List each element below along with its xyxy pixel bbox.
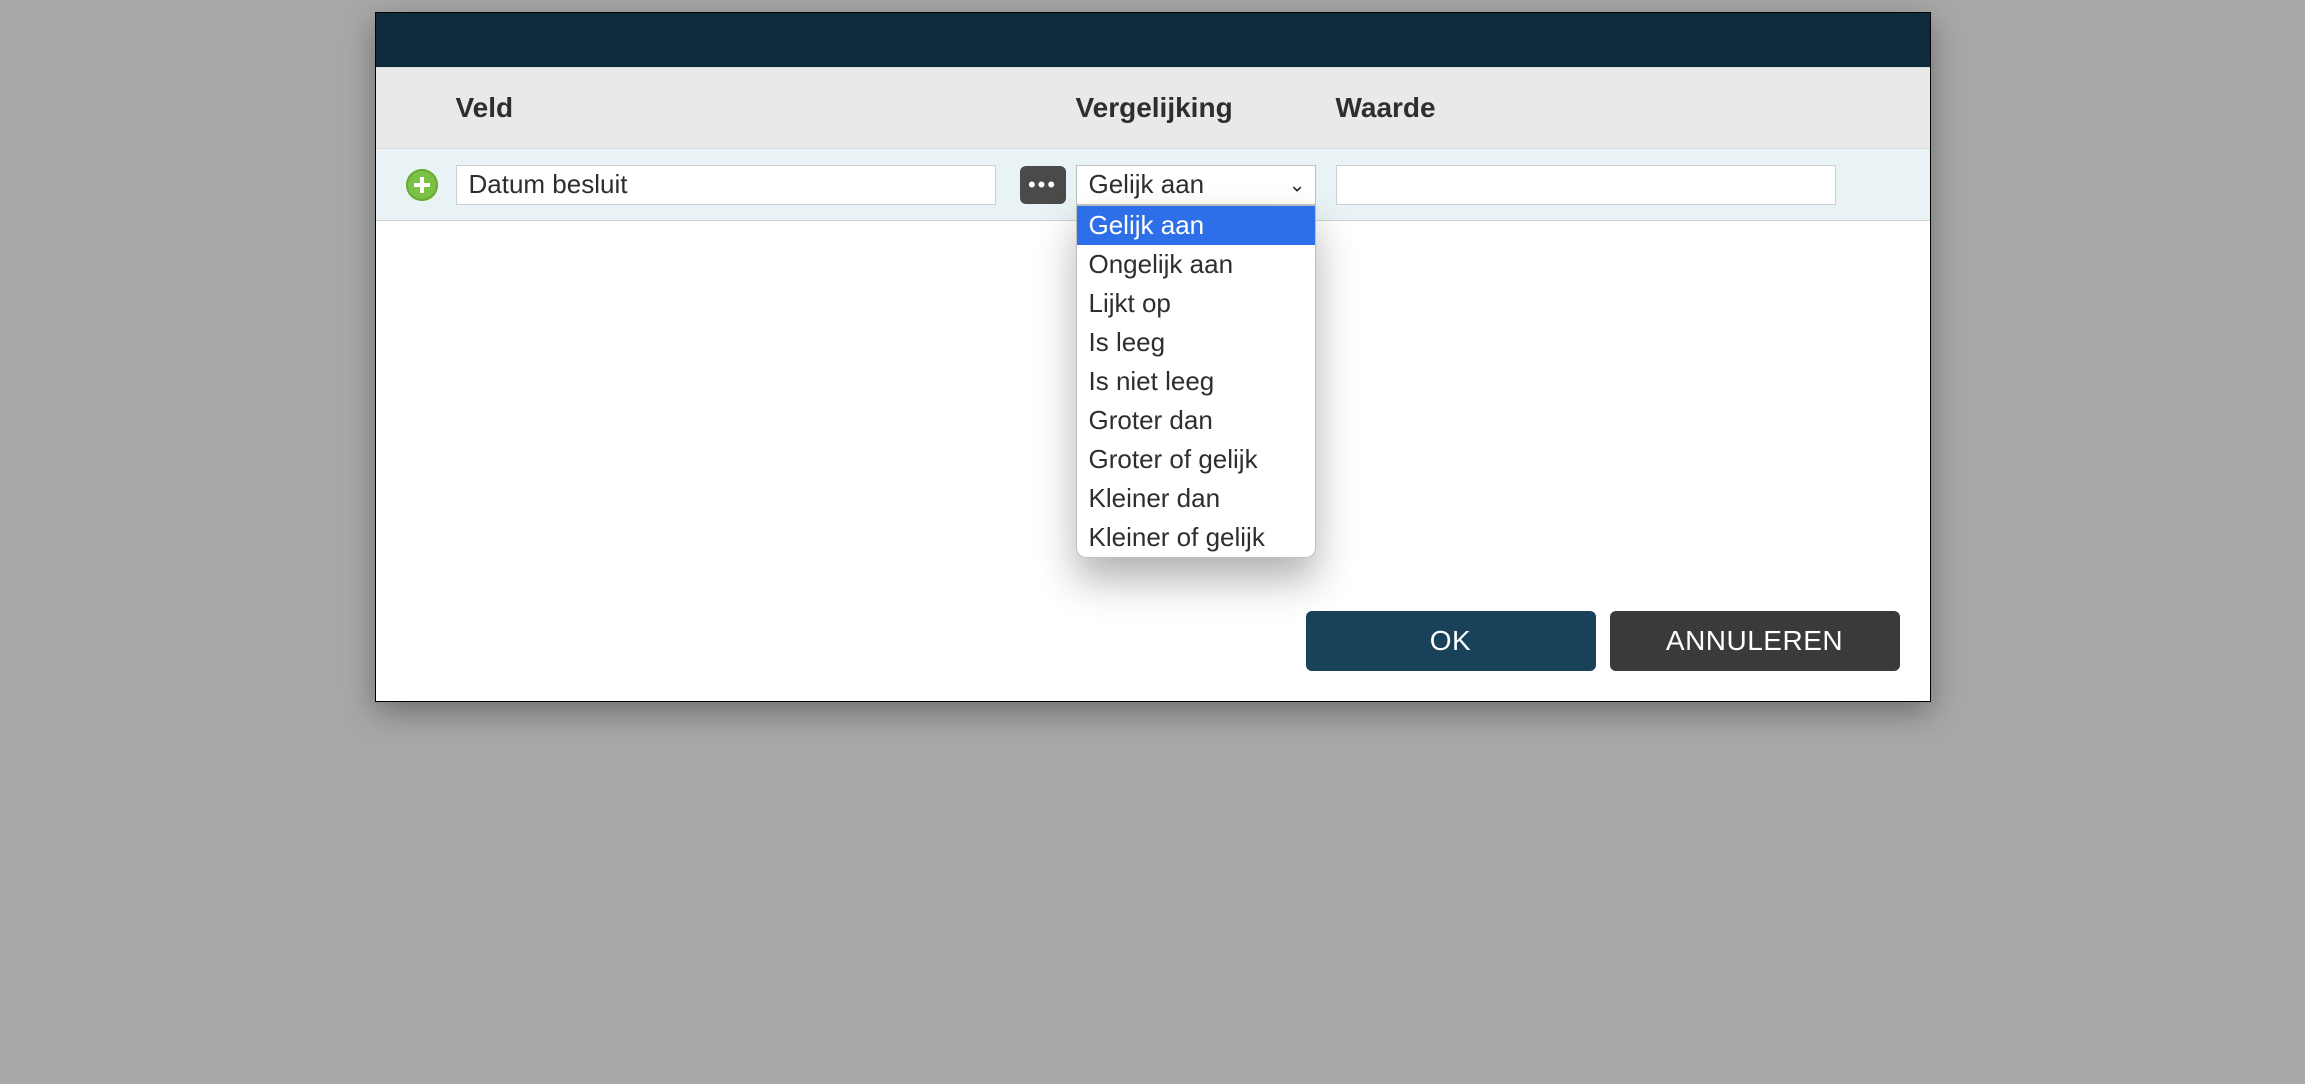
comparison-option[interactable]: Kleiner of gelijk [1077, 518, 1315, 557]
dialog-body: Veld Vergelijking Waarde ••• Gelijk aan … [376, 67, 1930, 701]
comparison-dropdown: Gelijk aan Ongelijk aan Lijkt op Is leeg… [1076, 205, 1316, 558]
filter-row: ••• Gelijk aan ⌄ Gelijk aan Ongelijk aan… [376, 149, 1930, 221]
comparison-select-wrap: Gelijk aan ⌄ Gelijk aan Ongelijk aan Lij… [1076, 165, 1316, 205]
field-input[interactable] [456, 165, 996, 205]
add-row-button[interactable] [406, 169, 438, 201]
chevron-down-icon: ⌄ [1289, 172, 1306, 197]
dialog-footer: OK ANNULEREN [376, 581, 1930, 701]
comparison-option[interactable]: Is leeg [1077, 323, 1315, 362]
comparison-option[interactable]: Groter of gelijk [1077, 440, 1315, 479]
header-value: Waarde [1336, 92, 1836, 124]
field-picker-button[interactable]: ••• [1020, 166, 1066, 204]
comparison-option[interactable]: Gelijk aan [1077, 206, 1315, 245]
column-headers: Veld Vergelijking Waarde [376, 67, 1930, 149]
header-field: Veld [456, 92, 996, 124]
header-comparison: Vergelijking [1076, 92, 1326, 124]
cancel-button[interactable]: ANNULEREN [1610, 611, 1900, 671]
comparison-option[interactable]: Kleiner dan [1077, 479, 1315, 518]
filter-dialog: Veld Vergelijking Waarde ••• Gelijk aan … [375, 12, 1931, 702]
plus-icon [412, 175, 432, 195]
value-input[interactable] [1336, 165, 1836, 205]
dialog-titlebar [376, 13, 1930, 67]
comparison-option[interactable]: Ongelijk aan [1077, 245, 1315, 284]
ok-button[interactable]: OK [1306, 611, 1596, 671]
comparison-option[interactable]: Lijkt op [1077, 284, 1315, 323]
comparison-option[interactable]: Groter dan [1077, 401, 1315, 440]
comparison-selected-label: Gelijk aan [1089, 169, 1205, 200]
comparison-option[interactable]: Is niet leeg [1077, 362, 1315, 401]
comparison-select[interactable]: Gelijk aan ⌄ [1076, 165, 1316, 205]
